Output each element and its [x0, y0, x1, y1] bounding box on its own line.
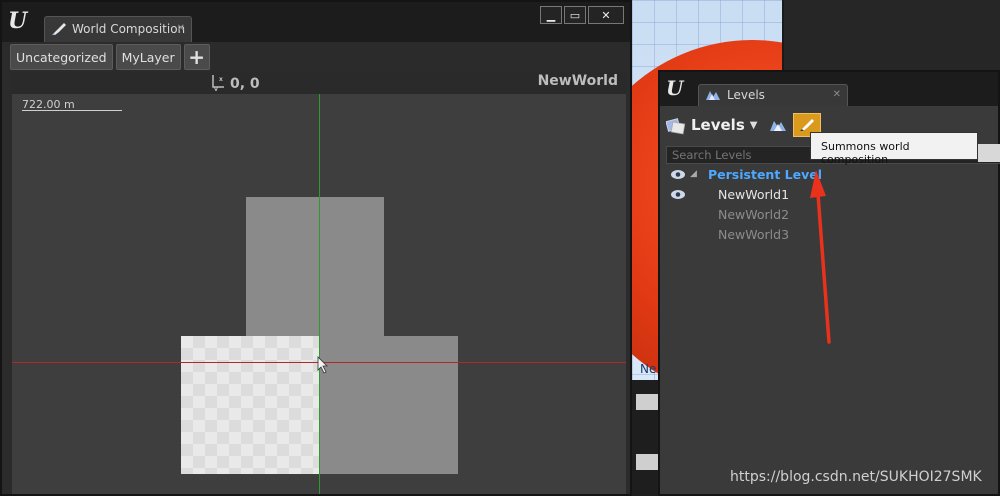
- layer-bar: Uncategorized MyLayer +: [10, 44, 210, 72]
- visibility-eye-icon[interactable]: [670, 189, 686, 200]
- expand-triangle-icon[interactable]: ◢: [690, 169, 697, 179]
- svg-text:x: x: [219, 76, 223, 83]
- world-composition-viewport[interactable]: 722.00 m: [12, 94, 626, 494]
- background-label: Ne: [640, 362, 657, 376]
- layer-button-uncategorized[interactable]: Uncategorized: [10, 44, 113, 70]
- layer-button-mylayer[interactable]: MyLayer: [115, 44, 181, 70]
- background-strip-block: [636, 454, 660, 470]
- window-controls: ▁ ▭ ✕: [540, 6, 624, 24]
- tab-close-icon[interactable]: ✕: [833, 89, 841, 100]
- tooltip: Summons world composition: [810, 132, 978, 166]
- tab-levels[interactable]: Levels ✕: [698, 84, 848, 106]
- title-bar[interactable]: U Levels ✕: [660, 72, 998, 106]
- minimize-button[interactable]: ▁: [540, 6, 562, 24]
- add-layer-button[interactable]: +: [183, 44, 210, 70]
- close-button[interactable]: ✕: [588, 6, 624, 24]
- unreal-logo-icon: U: [8, 8, 28, 34]
- watermark: https://blog.csdn.net/SUKHOI27SMK: [730, 469, 982, 485]
- world-name: NewWorld: [537, 73, 618, 89]
- visibility-eye-icon[interactable]: [670, 169, 686, 180]
- world-composition-window: U World Composition ✕ ▁ ▭ ✕ Uncategorize…: [0, 0, 632, 496]
- levels-stack-icon: [666, 118, 686, 135]
- tab-label: Levels: [727, 88, 765, 102]
- chevron-down-icon[interactable]: ▼: [750, 120, 758, 131]
- viewport-header: x y 0, 0 NewWorld: [12, 72, 626, 94]
- coordinate-value: 0, 0: [230, 76, 260, 92]
- tab-close-icon[interactable]: ✕: [177, 23, 185, 34]
- scale-bar: [22, 110, 122, 111]
- levels-menu-button[interactable]: Levels: [691, 116, 745, 134]
- world-composition-icon: [52, 23, 66, 35]
- maximize-button[interactable]: ▭: [564, 6, 586, 24]
- svg-text:y: y: [214, 86, 218, 91]
- unreal-logo-icon: U: [666, 76, 684, 100]
- level-tile-selected[interactable]: [181, 336, 320, 474]
- axis-gizmo-icon: x y: [212, 75, 224, 91]
- levels-toolbar: Levels ▼: [666, 112, 822, 138]
- mouse-cursor-icon: [317, 356, 328, 374]
- tab-world-composition[interactable]: World Composition ✕: [44, 16, 192, 42]
- level-name: NewWorld1: [718, 187, 790, 202]
- coordinate-readout: x y 0, 0: [210, 73, 260, 92]
- level-tile[interactable]: [246, 197, 384, 337]
- level-tile[interactable]: [320, 336, 458, 474]
- levels-tab-icon: [706, 91, 720, 100]
- levels-details-icon[interactable]: [769, 116, 787, 134]
- background-strip-block: [636, 394, 660, 410]
- level-name: NewWorld3: [718, 227, 790, 242]
- background-panel: [782, 0, 1000, 70]
- y-axis-line: [319, 94, 320, 494]
- annotation-arrow-icon: [810, 170, 831, 344]
- tab-label: World Composition: [72, 22, 186, 36]
- level-name: NewWorld2: [718, 207, 790, 222]
- title-bar[interactable]: U World Composition ✕ ▁ ▭ ✕: [2, 2, 630, 42]
- tooltip-edge: [978, 144, 1000, 162]
- world-composition-icon: [800, 119, 815, 131]
